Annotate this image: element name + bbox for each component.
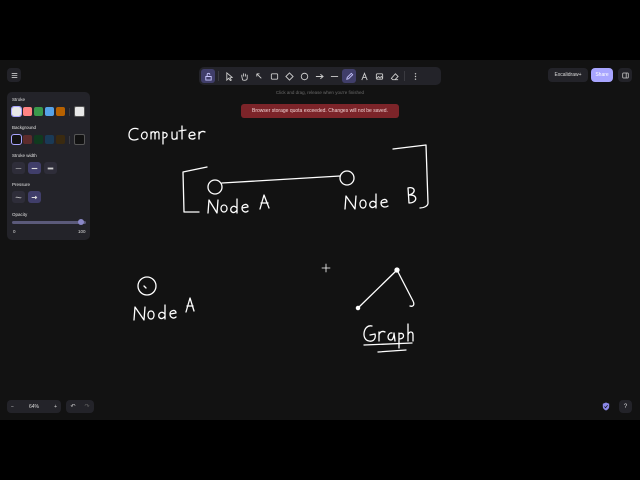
- stroke-color-current-color[interactable]: [74, 106, 85, 117]
- excalidraw-plus-button[interactable]: Excalidraw+: [548, 68, 588, 82]
- hand-icon: [240, 72, 248, 81]
- share-button[interactable]: Share: [591, 68, 613, 82]
- tool-lock[interactable]: [201, 69, 215, 83]
- storage-warning-toast: Browser storage quota exceeded. Changes …: [241, 104, 399, 118]
- stroke-width-label: Stroke width: [12, 153, 37, 158]
- library-button[interactable]: [618, 68, 632, 82]
- opacity-slider-thumb[interactable]: [78, 219, 84, 225]
- background-color-swatch[interactable]: [34, 135, 43, 144]
- ellipse-icon: [300, 72, 308, 80]
- swatch-separator: [69, 136, 70, 144]
- help-button[interactable]: ?: [619, 400, 632, 413]
- background-color-swatch[interactable]: [56, 135, 65, 144]
- stroke-width-extra-bold[interactable]: [44, 162, 57, 174]
- eraser-icon: [390, 72, 399, 80]
- background-color-swatch[interactable]: [23, 135, 32, 144]
- background-color-swatch[interactable]: [45, 135, 54, 144]
- pencil-icon: [345, 72, 353, 80]
- triangle-sketch: [355, 267, 415, 311]
- arrow-icon: [315, 73, 324, 79]
- background-label: Background: [12, 125, 37, 130]
- tool-selection[interactable]: [222, 69, 236, 83]
- cursor-icon: [255, 72, 262, 79]
- text-icon: [360, 71, 368, 80]
- edge-line: [221, 175, 341, 184]
- tool-diamond[interactable]: [282, 69, 296, 83]
- tool-ellipse[interactable]: [297, 69, 311, 83]
- crosshair-cursor-icon: [321, 263, 331, 273]
- stroke-color-swatch[interactable]: [23, 107, 32, 116]
- pressure-label: Pressure: [12, 182, 31, 187]
- hamburger-icon: [11, 72, 17, 78]
- stroke-label: Stroke: [12, 97, 26, 102]
- diamond-icon: [284, 71, 294, 81]
- history-controls: ↶ ↷: [66, 400, 94, 413]
- tool-text[interactable]: [357, 69, 371, 83]
- background-color-swatch[interactable]: [11, 134, 22, 145]
- node-b-circle: [339, 170, 355, 186]
- shape-toolbar: [199, 67, 441, 85]
- tool-draw[interactable]: [342, 69, 356, 83]
- handwriting-node-a-top: [207, 194, 270, 214]
- drawing-hint: Click and drag, release when you're fini…: [275, 90, 365, 95]
- encryption-badge[interactable]: [600, 400, 612, 413]
- toolbar-separator: [218, 71, 219, 81]
- opacity-min: 0: [13, 229, 16, 234]
- redo-button[interactable]: ↷: [84, 403, 89, 410]
- tool-arrow[interactable]: [312, 69, 326, 83]
- stroke-color-swatch[interactable]: [45, 107, 54, 116]
- excalidraw-app: Click and drag, release when you're fini…: [0, 60, 640, 420]
- tool-rectangle[interactable]: [267, 69, 281, 83]
- thin-line-icon: [15, 167, 22, 169]
- opacity-max: 100: [78, 229, 86, 234]
- handwriting-graph: [363, 323, 414, 353]
- tool-selection-alt[interactable]: [252, 69, 266, 83]
- image-icon: [375, 72, 383, 80]
- handwriting-computer: [128, 125, 206, 145]
- line-icon: [330, 75, 338, 77]
- pressure-on[interactable]: [28, 191, 41, 203]
- tool-hand[interactable]: [237, 69, 251, 83]
- zoom-level[interactable]: 64%: [29, 404, 39, 410]
- bracket-left: [182, 166, 208, 213]
- swatch-separator: [69, 108, 70, 116]
- tool-image[interactable]: [372, 69, 386, 83]
- properties-panel: Stroke Background Stroke width Pressure …: [7, 92, 90, 240]
- rectangle-icon: [270, 72, 278, 80]
- stroke-color-swatch[interactable]: [34, 107, 43, 116]
- toolbar-separator: [404, 71, 405, 81]
- zoom-controls: − 64% +: [7, 400, 61, 413]
- background-color-current-color[interactable]: [74, 134, 85, 145]
- main-menu-button[interactable]: [7, 68, 21, 82]
- tool-more[interactable]: [408, 69, 422, 83]
- opacity-slider-track[interactable]: [12, 221, 86, 224]
- tool-eraser[interactable]: [387, 69, 401, 83]
- lock-icon: [204, 72, 212, 81]
- extra-bold-line-icon: [47, 167, 54, 169]
- pressure-on-icon: [31, 195, 38, 199]
- bold-line-icon: [31, 167, 38, 169]
- pressure-off-icon: [15, 196, 22, 198]
- opacity-label: Opacity: [12, 212, 28, 217]
- lone-node-mark: [143, 285, 147, 289]
- undo-button[interactable]: ↶: [70, 403, 75, 410]
- tool-line[interactable]: [327, 69, 341, 83]
- more-icon: [414, 72, 416, 80]
- sidebar-toggle-icon: [621, 72, 629, 78]
- shield-icon: [602, 402, 610, 411]
- pointer-icon: [225, 71, 233, 81]
- zoom-in-button[interactable]: +: [54, 404, 57, 410]
- lone-node-circle: [137, 276, 157, 296]
- stroke-color-swatch[interactable]: [11, 106, 22, 117]
- zoom-out-button[interactable]: −: [11, 404, 14, 410]
- stroke-color-swatch[interactable]: [56, 107, 65, 116]
- handwriting-node-b: [344, 187, 417, 210]
- bracket-right: [392, 144, 429, 209]
- node-a-circle: [207, 179, 223, 195]
- pressure-off[interactable]: [12, 191, 25, 203]
- stroke-width-thin[interactable]: [12, 162, 25, 174]
- stroke-width-bold[interactable]: [28, 162, 41, 174]
- handwriting-node-a-bottom: [133, 297, 195, 321]
